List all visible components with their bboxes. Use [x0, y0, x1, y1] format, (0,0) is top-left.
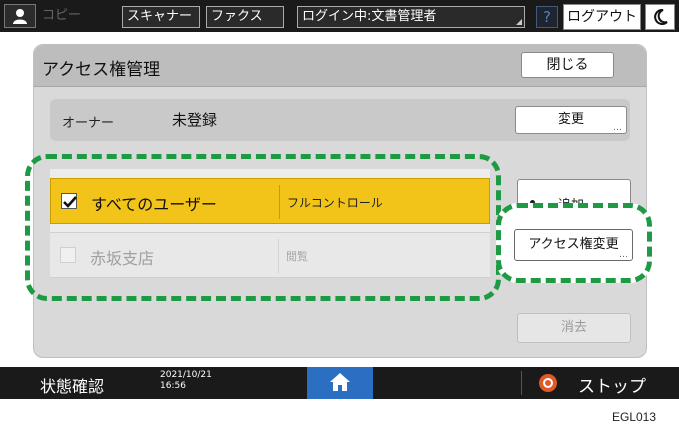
add-button[interactable]: 追加 [517, 179, 631, 215]
column-divider [279, 185, 280, 219]
stop-button[interactable]: ストップ [538, 367, 679, 399]
owner-row: オーナー 未登録 変更 … [50, 99, 630, 141]
dialog-title: アクセス権管理 [42, 60, 161, 80]
more-icon: … [613, 123, 622, 133]
list-item-all-users[interactable]: すべてのユーザー フルコントロール [50, 178, 490, 224]
stop-icon [539, 374, 557, 392]
owner-label: オーナー [62, 116, 115, 131]
login-status-text: ログイン中:文書管理者 [302, 9, 437, 24]
home-button[interactable] [307, 367, 373, 399]
top-bar: コピー スキャナー ファクス ログイン中:文書管理者 ? ログアウト [0, 0, 679, 32]
help-button[interactable]: ? [536, 6, 558, 28]
login-status-field[interactable]: ログイン中:文書管理者 [297, 6, 525, 28]
column-divider [278, 239, 279, 273]
moon-icon [654, 9, 668, 25]
status-bar: 状態確認 2021/10/21 16:56 ストップ [0, 367, 679, 399]
resize-corner-icon [516, 19, 522, 25]
time: 16:56 [160, 381, 186, 391]
entry-permission: フルコントロール [287, 196, 383, 210]
tab-scanner[interactable]: スキャナー [122, 6, 200, 28]
home-icon [330, 373, 350, 391]
access-list: すべてのユーザー フルコントロール 赤坂支店 閲覧 [50, 169, 490, 278]
user-icon [13, 9, 27, 24]
access-rights-change-label: アクセス権変更 [528, 237, 619, 252]
change-owner-button[interactable]: 変更 … [515, 106, 627, 134]
list-item-akasaka-branch[interactable]: 赤坂支店 閲覧 [50, 232, 490, 278]
access-rights-change-button[interactable]: アクセス権変更 … [514, 229, 633, 261]
entry-permission: 閲覧 [286, 250, 308, 263]
dialog-header: アクセス権管理 閉じる [34, 45, 646, 87]
date-time: 2021/10/21 16:56 [160, 370, 212, 392]
user-button[interactable] [4, 4, 36, 28]
entry-checkbox[interactable] [60, 247, 76, 263]
more-icon: … [619, 250, 628, 260]
figure-code: EGL013 [612, 410, 657, 424]
status-check-button[interactable]: 状態確認 [40, 373, 104, 397]
check-icon[interactable] [61, 193, 77, 209]
tab-fax[interactable]: ファクス [206, 6, 284, 28]
energy-saver-button[interactable] [645, 4, 675, 30]
delete-button[interactable]: 消去 [517, 313, 631, 343]
entry-name: 赤坂支店 [90, 249, 155, 268]
entry-name: すべてのユーザー [91, 195, 217, 214]
separator [521, 371, 522, 395]
change-owner-label: 変更 [557, 112, 584, 127]
bullet-icon [530, 200, 535, 205]
close-button[interactable]: 閉じる [521, 52, 614, 78]
logout-button[interactable]: ログアウト [563, 4, 641, 30]
owner-value: 未登録 [172, 111, 218, 129]
tab-copy: コピー [42, 8, 82, 23]
stop-label: ストップ [578, 377, 646, 397]
date: 2021/10/21 [160, 370, 212, 380]
access-rights-dialog: アクセス権管理 閉じる オーナー 未登録 変更 … すべてのユーザー フルコント… [33, 44, 647, 358]
add-label: 追加 [558, 198, 585, 213]
